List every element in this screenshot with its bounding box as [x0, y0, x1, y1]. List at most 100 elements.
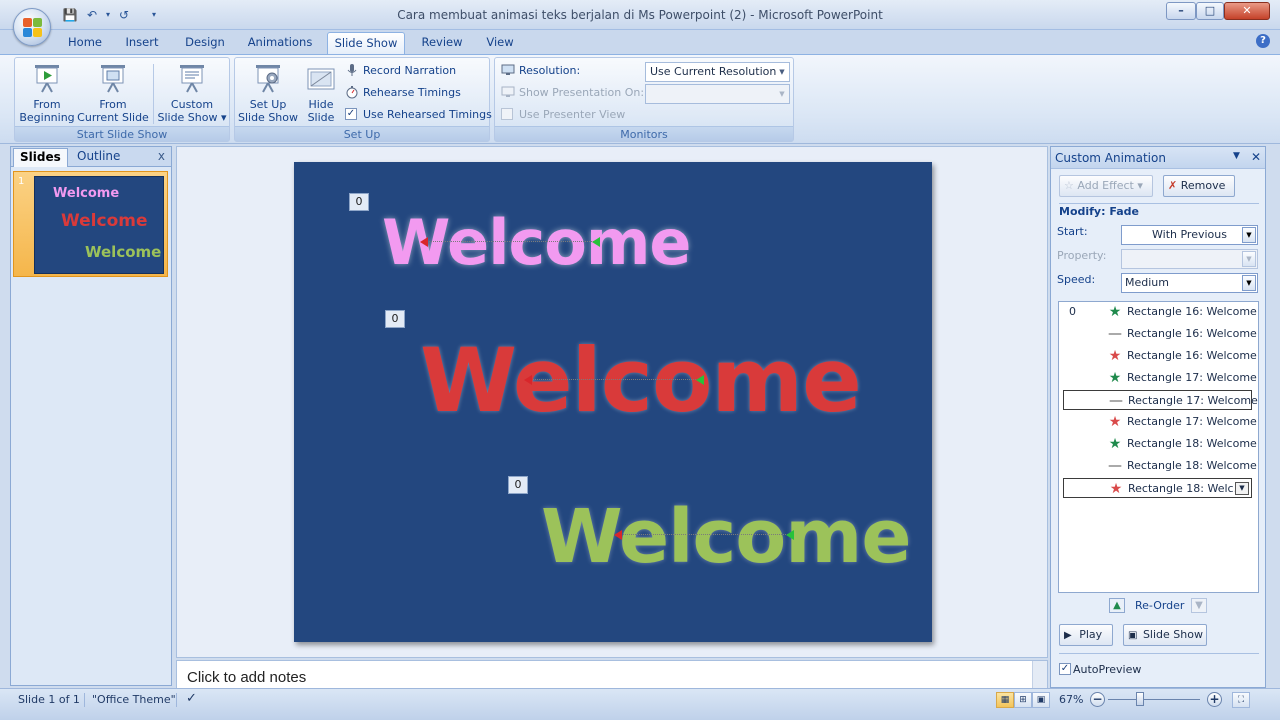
maximize-button[interactable]: □	[1196, 2, 1224, 20]
tab-view[interactable]: View	[480, 32, 520, 54]
animation-item[interactable]: — Rectangle 18: Welcome	[1063, 456, 1257, 476]
animation-label: Rectangle 18: Welcome	[1127, 437, 1257, 450]
move-up-icon[interactable]: ▲	[1109, 598, 1125, 613]
speed-select[interactable]: Medium ▼	[1121, 273, 1258, 293]
autopreview-checkbox[interactable]: ✓ AutoPreview	[1059, 663, 1141, 676]
notes-pane[interactable]: Click to add notes	[176, 660, 1048, 690]
animation-item[interactable]: ★ Rectangle 18: Welcome	[1063, 434, 1257, 454]
chevron-down-icon[interactable]: ▼	[1233, 151, 1240, 161]
tab-design[interactable]: Design	[178, 32, 232, 54]
tab-outline[interactable]: Outline	[71, 148, 126, 167]
slide-sorter-view-icon[interactable]: ⊞	[1014, 692, 1032, 708]
notes-scrollbar[interactable]	[1032, 661, 1047, 689]
add-effect-button[interactable]: ☆ Add Effect ▾	[1059, 175, 1153, 197]
slide-editor: 0 Welcome 0 Welcome 0 Welcome	[176, 146, 1048, 658]
animation-item[interactable]: ★ Rectangle 17: Welcome	[1063, 412, 1257, 432]
zoom-slider-thumb[interactable]	[1136, 692, 1145, 706]
start-value: With Previous	[1152, 228, 1227, 241]
tab-slides[interactable]: Slides	[13, 148, 68, 167]
show-presentation-on-select[interactable]: ▼	[645, 84, 790, 104]
animation-tag[interactable]: 0	[508, 476, 528, 494]
fit-to-window-icon[interactable]: ⛶	[1232, 692, 1250, 708]
slide-number: 1	[18, 176, 25, 187]
remove-button[interactable]: ✗ Remove	[1163, 175, 1235, 197]
normal-view-icon[interactable]: ▦	[996, 692, 1014, 708]
play-button[interactable]: ▶ Play	[1059, 624, 1113, 646]
speed-value: Medium	[1125, 276, 1169, 289]
start-label: Start:	[1057, 225, 1088, 238]
set-up-group-label: Set Up	[235, 126, 489, 141]
custom-slide-show-button[interactable]: Custom Slide Show ▾	[157, 62, 227, 124]
move-down-icon[interactable]: ▼	[1191, 598, 1207, 613]
resolution-select[interactable]: Use Current Resolution ▼	[645, 62, 790, 82]
animation-item[interactable]: ★ Rectangle 16: Welcome	[1063, 346, 1257, 366]
from-beginning-button[interactable]: From Beginning	[17, 62, 77, 124]
tab-insert[interactable]: Insert	[118, 32, 166, 54]
separator	[153, 64, 154, 124]
close-icon[interactable]: ✕	[1251, 150, 1261, 164]
resolution-label-row: Resolution:	[501, 62, 580, 80]
chevron-down-icon[interactable]: ▼	[1235, 482, 1249, 495]
office-button[interactable]	[13, 8, 51, 46]
checkbox-checked[interactable]: ✓	[1059, 663, 1071, 675]
use-rehearsed-timings-checkbox[interactable]: ✓ Use Rehearsed Timings	[345, 106, 492, 124]
slide-canvas[interactable]: 0 Welcome 0 Welcome 0 Welcome	[294, 162, 932, 642]
record-narration-label: Record Narration	[363, 64, 457, 77]
tab-review[interactable]: Review	[416, 32, 468, 54]
use-presenter-view-checkbox[interactable]: Use Presenter View	[501, 106, 625, 124]
animation-label: Rectangle 16: Welcome	[1127, 349, 1257, 362]
motion-path[interactable]	[524, 375, 704, 385]
checkbox-unchecked[interactable]	[501, 108, 513, 120]
minimize-button[interactable]: –	[1166, 2, 1196, 20]
show-presentation-on-label: Show Presentation On:	[519, 86, 645, 99]
animation-item-selected[interactable]: ★ Rectangle 18: Welc… ▼	[1063, 478, 1252, 498]
slide-thumbnail[interactable]: Welcome Welcome Welcome	[34, 176, 164, 274]
tab-home[interactable]: Home	[62, 32, 108, 54]
from-current-slide-button[interactable]: From Current Slide	[77, 62, 149, 124]
zoom-out-icon[interactable]: −	[1090, 692, 1105, 707]
spell-check-icon[interactable]: ✓	[186, 691, 197, 706]
path-line-icon: —	[1108, 326, 1122, 342]
start-slide-show-group: From Beginning From Current Slide Custom…	[14, 57, 230, 142]
zoom-in-icon[interactable]: +	[1207, 692, 1222, 707]
set-up-slide-show-button[interactable]: Set Up Slide Show	[237, 62, 299, 124]
notes-placeholder[interactable]: Click to add notes	[187, 669, 306, 686]
set-up-group: Set Up Slide Show Hide Slide Record Narr…	[234, 57, 492, 142]
zoom-slider[interactable]	[1108, 699, 1200, 700]
custom-animation-pane: Custom Animation ▼ ✕ ☆ Add Effect ▾ ✗ Re…	[1050, 146, 1266, 688]
hide-slide-label-1: Hide	[308, 98, 334, 111]
checkbox-checked[interactable]: ✓	[345, 108, 357, 120]
zoom-level[interactable]: 67%	[1059, 693, 1083, 706]
rehearse-timings-button[interactable]: Rehearse Timings	[345, 84, 461, 102]
animation-item[interactable]: 0 ★ Rectangle 16: Welcome	[1063, 302, 1257, 322]
motion-path[interactable]	[420, 237, 600, 247]
monitor-icon	[501, 63, 515, 77]
motion-path[interactable]	[614, 530, 794, 540]
thumbnail-text-3: Welcome	[85, 243, 162, 261]
slides-panel: Slides Outline x 1 Welcome Welcome Welco…	[10, 146, 172, 686]
animation-item[interactable]: ★ Rectangle 17: Welcome	[1063, 368, 1257, 388]
chevron-down-icon: ▼	[779, 68, 785, 76]
stopwatch-icon	[345, 85, 359, 99]
start-select[interactable]: With Previous ▼	[1121, 225, 1258, 245]
slide-show-view-icon[interactable]: ▣	[1032, 692, 1050, 708]
property-select[interactable]: ▼	[1121, 249, 1258, 269]
office-logo-icon	[23, 18, 43, 38]
help-icon[interactable]: ?	[1256, 34, 1270, 48]
slide-show-button[interactable]: ▣ Slide Show	[1123, 624, 1207, 646]
tab-slide-show[interactable]: Slide Show	[327, 32, 405, 54]
path-line-icon: —	[1109, 393, 1123, 409]
record-narration-button[interactable]: Record Narration	[345, 62, 456, 80]
animation-tag[interactable]: 0	[349, 193, 369, 211]
from-beginning-label-1: From	[33, 98, 61, 111]
close-button[interactable]: ✕	[1224, 2, 1270, 20]
animation-item[interactable]: — Rectangle 16: Welcome	[1063, 324, 1257, 344]
theme-name: "Office Theme"	[92, 693, 176, 706]
animation-list[interactable]: 0 ★ Rectangle 16: Welcome — Rectangle 16…	[1058, 301, 1259, 593]
tab-animations[interactable]: Animations	[244, 32, 316, 54]
animation-tag[interactable]: 0	[385, 310, 405, 328]
animation-item-selected[interactable]: — Rectangle 17: Welcome	[1063, 390, 1258, 410]
close-icon[interactable]: x	[158, 149, 165, 163]
slide-thumbnail-selected[interactable]: 1 Welcome Welcome Welcome	[13, 171, 168, 277]
hide-slide-button[interactable]: Hide Slide	[301, 62, 341, 124]
